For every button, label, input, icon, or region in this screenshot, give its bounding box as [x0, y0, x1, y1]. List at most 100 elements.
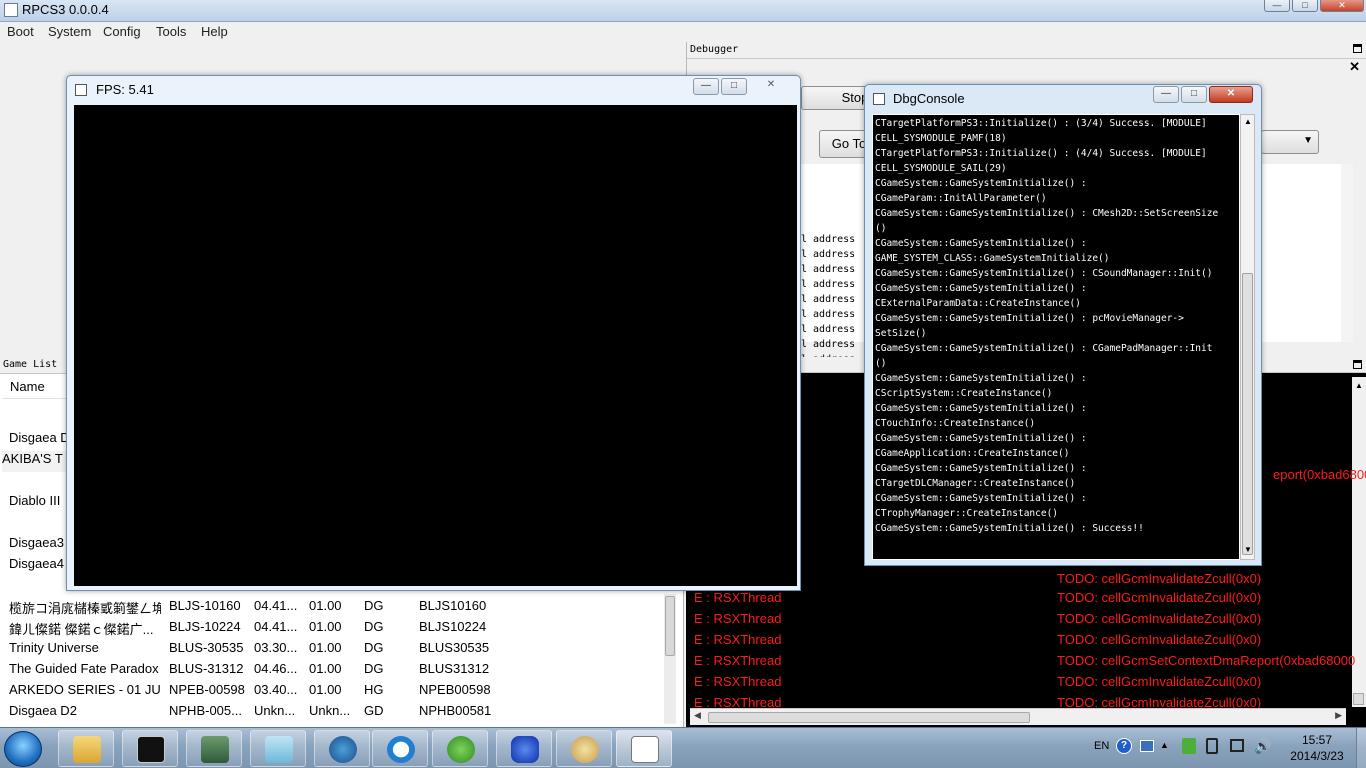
taskbar-utorrent[interactable] [432, 730, 488, 767]
language-indicator[interactable]: EN [1094, 740, 1109, 752]
menu-boot[interactable]: Boot [7, 24, 34, 39]
game-cat-cell: DG [364, 640, 384, 655]
log-hscroll-thumb[interactable] [708, 712, 1030, 723]
console-line: CGameSystem::GameSystemInitialize() : pc… [875, 313, 1184, 324]
render-canvas[interactable] [74, 105, 797, 586]
log-scroll-thumb[interactable] [1353, 693, 1364, 705]
device-icon[interactable] [1206, 738, 1218, 754]
console-line: CTargetPlatformPS3::Initialize() : (3/4)… [875, 118, 1207, 129]
console-line: CTargetPlatformPS3::Initialize() : (4/4)… [875, 148, 1207, 159]
folder-icon [73, 736, 101, 763]
taskbar-clock[interactable]: 15:57 2014/3/23 [1282, 732, 1352, 764]
taskbar-cmd[interactable] [122, 730, 178, 767]
ime-icon[interactable] [1140, 740, 1154, 752]
game-ver-cell: 01.00 [309, 598, 342, 613]
scroll-down-icon[interactable]: ▼ [1244, 545, 1252, 554]
taskbar-rpcs3[interactable] [186, 730, 242, 767]
taskbar-blue-app[interactable] [496, 730, 552, 767]
menu-help[interactable]: Help [201, 24, 228, 39]
network-icon[interactable] [1230, 739, 1244, 752]
clock-time: 15:57 [1301, 733, 1333, 747]
menubar: Boot System Config Tools Help [0, 22, 1366, 42]
taskbar-sogou[interactable] [372, 730, 428, 767]
game-date-cell: 03.30... [254, 640, 298, 655]
taskbar-paint[interactable] [556, 730, 612, 767]
log-horizontal-scrollbar[interactable]: ◀ ▶ [690, 708, 1346, 725]
security-icon[interactable] [1182, 738, 1196, 754]
scroll-up-icon[interactable]: ▲ [1355, 381, 1363, 390]
game-list-scroll-thumb[interactable] [665, 596, 675, 656]
debugger-address-row[interactable]: l address [801, 247, 855, 262]
debugger-address-row[interactable]: l address [801, 322, 855, 337]
fps-close-button[interactable]: ✕ [749, 78, 793, 95]
console-scrollbar[interactable]: ▲ ▼ [1240, 114, 1255, 560]
console-line: SetSize() [875, 328, 927, 339]
menu-system[interactable]: System [48, 24, 91, 39]
debugger-address-row[interactable]: l address [801, 337, 855, 352]
document-icon [631, 736, 659, 763]
scroll-right-icon[interactable]: ▶ [1335, 710, 1342, 721]
console-line: CGameParam::InitAllParameter() [875, 193, 1047, 204]
game-date-cell: 03.40... [254, 682, 298, 697]
help-icon[interactable]: ? [1116, 738, 1132, 754]
debugger-scrollbar[interactable] [1341, 164, 1353, 342]
game-list-scrollbar[interactable] [664, 594, 676, 724]
console-minimize-button[interactable]: — [1153, 86, 1179, 103]
menu-tools[interactable]: Tools [156, 24, 186, 39]
game-ver-cell: 01.00 [309, 661, 342, 676]
console-close-button[interactable]: ✕ [1209, 86, 1253, 103]
console-line: CTouchInfo::CreateInstance() [875, 418, 1036, 429]
show-hidden-icons-icon[interactable]: ▲ [1160, 740, 1169, 750]
console-output[interactable]: CTargetPlatformPS3::Initialize() : (3/4)… [872, 114, 1240, 560]
game-list-row[interactable]: AKIBA'S T [2, 451, 66, 472]
fps-minimize-button[interactable]: — [693, 78, 719, 95]
console-line: CGameSystem::GameSystemInitialize() : [875, 283, 1087, 294]
console-line: CGameSystem::GameSystemInitialize() : [875, 493, 1087, 504]
start-button[interactable] [4, 731, 42, 767]
minimize-button[interactable]: — [1264, 0, 1290, 12]
show-desktop-button[interactable] [1356, 728, 1366, 768]
dock-float-icon[interactable] [1353, 360, 1362, 369]
game-path-cell: BLUS30535 [419, 640, 490, 655]
stop-button[interactable]: Stop [801, 86, 873, 110]
game-ver-cell: 01.00 [309, 619, 342, 634]
debugger-address-row[interactable]: l address [801, 262, 855, 277]
game-name-cell: 鍏ㄦ儏鍩 儏鍩ｃ儏鍩广... [9, 622, 154, 637]
scroll-up-icon[interactable]: ▲ [1244, 117, 1252, 126]
menu-config[interactable]: Config [103, 24, 141, 39]
console-line: CGameSystem::GameSystemInitialize() : [875, 178, 1087, 189]
console-line: CTrophyManager::CreateInstance() [875, 508, 1059, 519]
debugger-address-row[interactable]: l address [801, 232, 855, 247]
console-maximize-button[interactable]: □ [1181, 86, 1207, 103]
maximize-button[interactable]: □ [1292, 0, 1318, 12]
console-line: CGameApplication::CreateInstance() [875, 448, 1070, 459]
fps-maximize-button[interactable]: □ [721, 78, 747, 95]
taskbar-notepad[interactable] [250, 730, 306, 767]
volume-icon[interactable]: 🔊 [1254, 738, 1271, 755]
console-line: CGameSystem::GameSystemInitialize() : [875, 463, 1087, 474]
console-line: CGameSystem::GameSystemInitialize() : [875, 403, 1087, 414]
debugger-address-row[interactable]: l address [801, 292, 855, 307]
scroll-left-icon[interactable]: ◀ [694, 710, 701, 721]
console-scroll-thumb[interactable] [1242, 273, 1253, 555]
debugger-close-icon[interactable]: ✕ [1349, 60, 1360, 73]
game-date-cell: 04.46... [254, 661, 298, 676]
taskbar-explorer[interactable] [58, 730, 114, 767]
game-cat-cell: GD [364, 703, 384, 718]
log-message: TODO: cellGcmInvalidateZcull(0x0) [1057, 611, 1262, 626]
taskbar-cheat-engine[interactable] [314, 730, 370, 767]
game-path-cell: BLJS10224 [419, 619, 487, 634]
close-button[interactable]: ✕ [1320, 0, 1364, 12]
game-path-cell: NPHB00581 [419, 703, 492, 718]
clock-date: 2014/3/23 [1290, 749, 1344, 763]
column-name[interactable]: Name [10, 379, 45, 394]
taskbar-viewer[interactable] [616, 730, 672, 767]
dock-float-icon[interactable] [1353, 44, 1362, 53]
debugger-address-row[interactable]: l address [801, 277, 855, 292]
taskbar: EN ? ▲ 🔊 15:57 2014/3/23 [0, 727, 1366, 768]
game-cat-cell: HG [364, 682, 384, 697]
debugger-address-row[interactable]: l address [801, 307, 855, 322]
debugger-right-panel [1261, 164, 1353, 342]
game-name-cell: ARKEDO SERIES - 01 JU... [9, 682, 161, 697]
debugger-combo[interactable]: ▼ [1261, 130, 1319, 154]
